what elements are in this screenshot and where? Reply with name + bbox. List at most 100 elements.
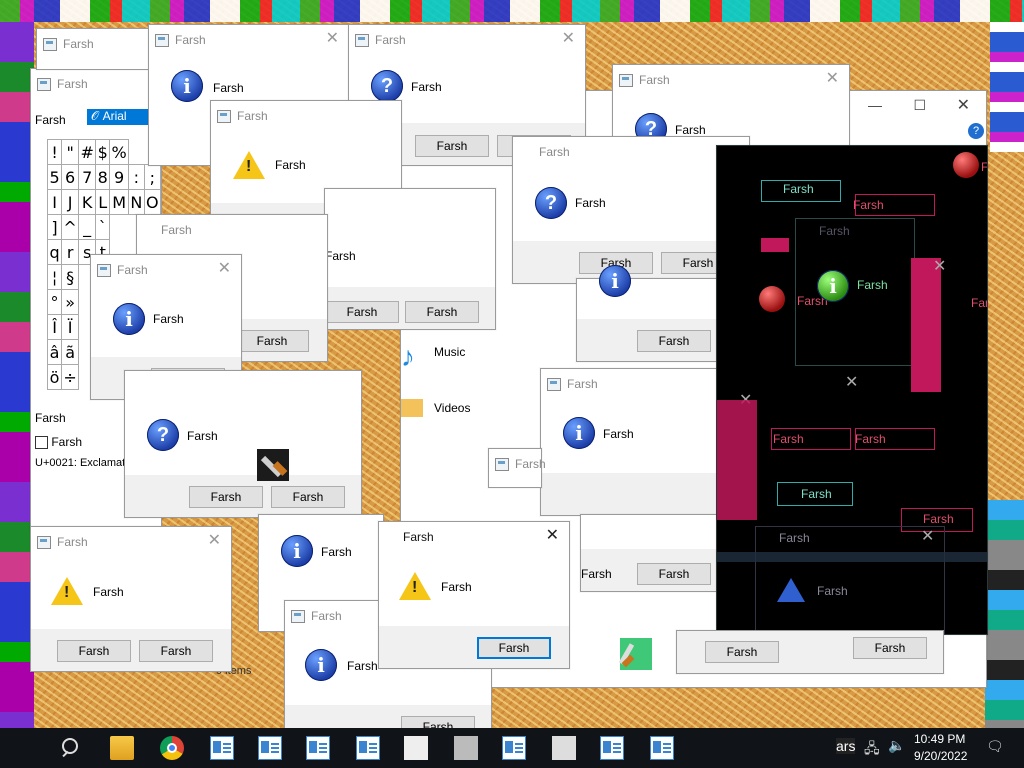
character-cell[interactable]: »: [61, 289, 80, 315]
character-cell[interactable]: ]: [46, 214, 63, 240]
app-taskbar-icon[interactable]: [454, 736, 478, 760]
yes-button[interactable]: Farsh: [415, 135, 489, 157]
close-icon[interactable]: ✕: [826, 70, 839, 88]
character-cell[interactable]: O: [143, 189, 161, 215]
yes-button[interactable]: Farsh: [325, 301, 399, 323]
partial-button[interactable]: Farsh: [705, 641, 779, 663]
character-cell[interactable]: ¦: [46, 264, 63, 290]
window-title: Farsh: [57, 535, 88, 549]
video-icon: [401, 399, 423, 417]
character-cell[interactable]: 8: [95, 164, 111, 190]
warning-icon: [777, 578, 805, 602]
ok-button[interactable]: Farsh: [853, 637, 927, 659]
yes-button[interactable]: Farsh: [189, 486, 263, 508]
character-cell[interactable]: °: [46, 289, 63, 315]
minimize-button[interactable]: —: [868, 97, 882, 113]
file-explorer-taskbar-icon[interactable]: [110, 736, 134, 760]
message-box-taskbar-icon[interactable]: [210, 736, 234, 760]
message-box-taskbar-icon[interactable]: [502, 736, 526, 760]
app-icon: [547, 378, 561, 391]
dialog-window: Farsh Farsh Farsh: [324, 188, 496, 330]
character-cell[interactable]: 5: [46, 164, 63, 190]
dialog-message: Farsh: [675, 123, 706, 137]
search-icon[interactable]: [62, 738, 78, 754]
no-button[interactable]: Farsh: [405, 301, 479, 323]
close-icon[interactable]: ✕: [208, 532, 221, 550]
close-icon[interactable]: ✕: [546, 527, 559, 545]
message-box-taskbar-icon[interactable]: [650, 736, 674, 760]
character-cell[interactable]: ": [61, 139, 80, 165]
title-bar[interactable]: Farsh ✕: [379, 522, 569, 552]
character-cell[interactable]: ÷: [61, 364, 80, 390]
dialog-message: Farsh: [817, 584, 848, 598]
info-icon: i: [599, 265, 631, 297]
yes-button[interactable]: Farsh: [57, 640, 131, 662]
character-cell[interactable]: K: [78, 189, 97, 215]
character-cell[interactable]: Ï: [61, 314, 80, 340]
character-cell[interactable]: I: [46, 189, 63, 215]
character-cell[interactable]: N: [127, 189, 145, 215]
window-title: Farsh: [539, 145, 570, 159]
character-cell[interactable]: #: [78, 139, 97, 165]
character-cell[interactable]: `: [95, 214, 111, 240]
message-box-taskbar-icon[interactable]: [600, 736, 624, 760]
partial-button-label: Farsh: [581, 567, 612, 581]
music-note-icon: ♪: [401, 341, 415, 372]
window-title: Farsh: [779, 531, 810, 545]
ok-button[interactable]: Farsh: [477, 637, 551, 659]
warning-icon: !: [51, 577, 83, 605]
character-cell[interactable]: ã: [61, 339, 80, 365]
character-cell[interactable]: ;: [143, 164, 161, 190]
character-cell[interactable]: â: [46, 339, 63, 365]
dialog-window: ? Farsh Farsh Farsh: [124, 370, 362, 518]
close-icon[interactable]: ✕: [218, 260, 231, 278]
character-cell[interactable]: :: [127, 164, 145, 190]
character-map-taskbar-icon[interactable]: [552, 736, 576, 760]
no-button[interactable]: Farsh: [271, 486, 345, 508]
no-button[interactable]: Farsh: [637, 563, 711, 585]
chrome-taskbar-icon[interactable]: [160, 736, 184, 760]
character-cell[interactable]: ö: [46, 364, 63, 390]
knife-icon: [618, 638, 652, 670]
maximize-button[interactable]: ☐: [913, 97, 926, 114]
close-icon[interactable]: ✕: [562, 30, 575, 48]
character-cell[interactable]: r: [61, 239, 80, 265]
character-cell[interactable]: J: [61, 189, 80, 215]
info-icon: i: [817, 270, 849, 302]
help-icon[interactable]: ?: [968, 123, 984, 139]
app-icon: [37, 78, 51, 91]
no-button[interactable]: Farsh: [139, 640, 213, 662]
ok-button[interactable]: Farsh: [637, 330, 711, 352]
volume-icon[interactable]: 🔈: [888, 737, 905, 754]
character-cell[interactable]: 7: [78, 164, 97, 190]
character-cell[interactable]: $: [95, 139, 111, 165]
notification-icon[interactable]: 🗨: [986, 738, 1004, 755]
characters-label: Farsh: [35, 411, 66, 425]
message-box-taskbar-icon[interactable]: [356, 736, 380, 760]
partial-button-label: Farsh: [971, 296, 987, 310]
character-cell[interactable]: 9: [109, 164, 129, 190]
taskbar-partial-label[interactable]: ars: [836, 738, 856, 754]
character-cell[interactable]: q: [46, 239, 63, 265]
paint-taskbar-icon[interactable]: [404, 736, 428, 760]
character-cell[interactable]: %: [109, 139, 129, 165]
partial-button-label: Farsh: [855, 432, 886, 446]
character-cell[interactable]: Î: [46, 314, 63, 340]
close-icon[interactable]: ✕: [326, 30, 339, 48]
ok-button[interactable]: Farsh: [235, 330, 309, 352]
character-cell[interactable]: !: [46, 139, 63, 165]
character-cell[interactable]: _: [78, 214, 97, 240]
close-icon[interactable]: ✕: [933, 256, 946, 276]
message-box-taskbar-icon[interactable]: [306, 736, 330, 760]
character-cell[interactable]: L: [95, 189, 111, 215]
network-icon[interactable]: 🖧: [864, 738, 880, 762]
character-cell[interactable]: ^: [61, 214, 80, 240]
advanced-view-checkbox[interactable]: Farsh: [35, 435, 82, 450]
character-cell[interactable]: 6: [61, 164, 80, 190]
character-cell[interactable]: M: [109, 189, 129, 215]
character-cell[interactable]: §: [61, 264, 80, 290]
close-button[interactable]: ✕: [957, 95, 970, 115]
clock-date[interactable]: 9/20/2022: [914, 749, 967, 763]
message-box-taskbar-icon[interactable]: [258, 736, 282, 760]
clock-time[interactable]: 10:49 PM: [914, 732, 965, 746]
